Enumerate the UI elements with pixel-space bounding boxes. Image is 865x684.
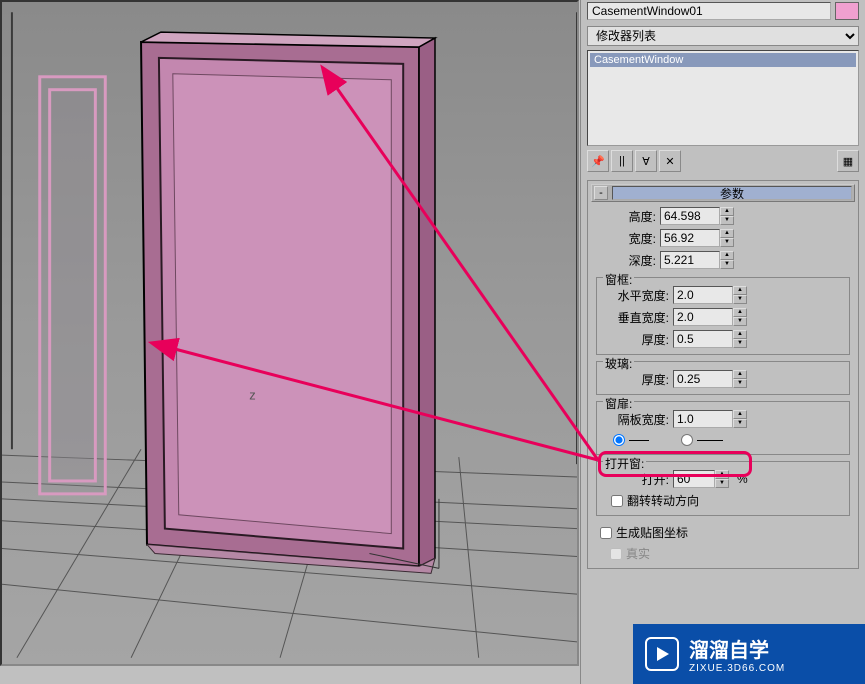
watermark: 溜溜自学 ZIXUE.3D66.COM (633, 624, 865, 684)
object-color-swatch[interactable] (835, 2, 859, 20)
height-label: 高度: (596, 208, 656, 225)
axis-label-z: z (249, 388, 255, 403)
pin-stack-button[interactable]: 📌 (587, 150, 609, 172)
horiz-width-input[interactable] (673, 286, 733, 304)
modifier-stack[interactable]: CasementWindow (587, 50, 859, 146)
depth-label: 深度: (596, 252, 656, 269)
spin-up[interactable]: ▲ (733, 286, 747, 295)
height-spin-down[interactable]: ▼ (720, 216, 734, 225)
pane-radio-two[interactable] (681, 434, 723, 446)
pane-group-label: 窗扉: (603, 395, 634, 412)
flip-label: 翻转转动方向 (627, 492, 699, 509)
width-spin-up[interactable]: ▲ (720, 229, 734, 238)
real-label: 真实 (626, 545, 650, 562)
real-checkbox (610, 548, 622, 560)
width-label: 宽度: (596, 230, 656, 247)
width-input[interactable] (660, 229, 720, 247)
vert-width-label: 垂直宽度: (609, 309, 669, 326)
pane-radio-one[interactable] (613, 434, 649, 446)
glass-thick-input[interactable] (673, 370, 733, 388)
spin-down[interactable]: ▼ (733, 339, 747, 348)
stack-item[interactable]: CasementWindow (590, 53, 856, 67)
spin-up[interactable]: ▲ (733, 308, 747, 317)
open-label: 打开: (609, 471, 669, 488)
rollup-toggle[interactable]: - (594, 186, 608, 200)
glass-group-label: 玻璃: (603, 355, 634, 372)
frame-thick-input[interactable] (673, 330, 733, 348)
viewport-perspective[interactable]: z (0, 0, 579, 666)
separator-width-input[interactable] (673, 410, 733, 428)
glass-thick-label: 厚度: (609, 371, 669, 388)
watermark-en: ZIXUE.3D66.COM (689, 663, 785, 674)
flip-checkbox[interactable] (611, 495, 623, 507)
play-icon (645, 637, 679, 671)
percent-label: % (737, 472, 748, 486)
spin-up[interactable]: ▲ (733, 370, 747, 379)
spin-up[interactable]: ▲ (733, 330, 747, 339)
depth-spin-down[interactable]: ▼ (720, 260, 734, 269)
spin-down[interactable]: ▼ (733, 295, 747, 304)
remove-modifier-button[interactable]: ✕ (659, 150, 681, 172)
height-spin-up[interactable]: ▲ (720, 207, 734, 216)
spin-up[interactable]: ▲ (715, 470, 729, 479)
depth-input[interactable] (660, 251, 720, 269)
rollup-title: 参数 (612, 186, 852, 200)
show-end-result-button[interactable]: || (611, 150, 633, 172)
open-input[interactable] (673, 470, 715, 488)
separator-width-label: 隔板宽度: (609, 411, 669, 428)
watermark-cn: 溜溜自学 (689, 634, 785, 663)
modify-panel: 修改器列表 CasementWindow 📌 || ∀ ✕ ▦ - 参数 高度:… (580, 0, 865, 684)
frame-thick-label: 厚度: (609, 331, 669, 348)
object-name-input[interactable] (587, 2, 831, 20)
spin-down[interactable]: ▼ (715, 479, 729, 488)
horiz-width-label: 水平宽度: (609, 287, 669, 304)
spin-down[interactable]: ▼ (733, 379, 747, 388)
make-unique-button[interactable]: ∀ (635, 150, 657, 172)
spin-down[interactable]: ▼ (733, 419, 747, 428)
depth-spin-up[interactable]: ▲ (720, 251, 734, 260)
vert-width-input[interactable] (673, 308, 733, 326)
spin-down[interactable]: ▼ (733, 317, 747, 326)
configure-modifier-button[interactable]: ▦ (837, 150, 859, 172)
spin-up[interactable]: ▲ (733, 410, 747, 419)
gen-map-label: 生成贴图坐标 (616, 524, 688, 541)
modifier-list-dropdown[interactable]: 修改器列表 (587, 26, 859, 46)
frame-group-label: 窗框: (603, 271, 634, 288)
height-input[interactable] (660, 207, 720, 225)
gen-map-checkbox[interactable] (600, 527, 612, 539)
width-spin-down[interactable]: ▼ (720, 238, 734, 247)
open-window-group-label: 打开窗: (603, 455, 646, 472)
